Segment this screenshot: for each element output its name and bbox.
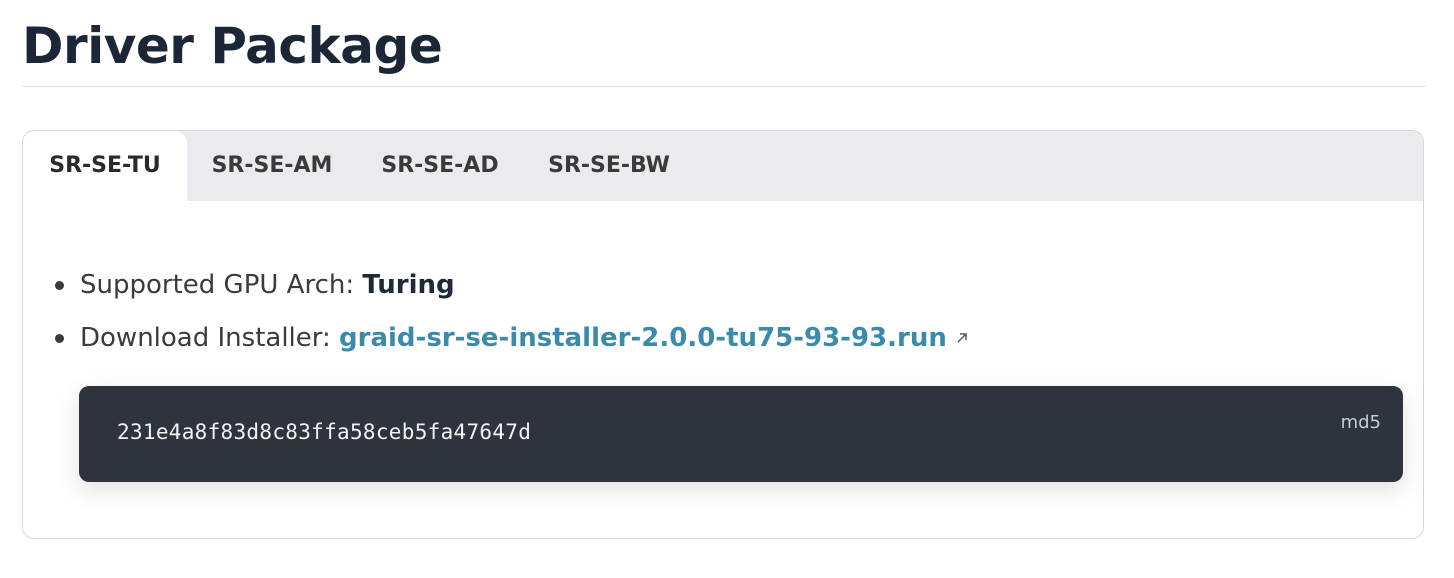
tab-sr-se-ad[interactable]: SR-SE-AD [357,131,523,201]
page-title: Driver Package [22,17,443,75]
download-label: Download Installer: [80,323,340,353]
gpu-arch-value: Turing [362,270,455,300]
code-language-label: md5 [1340,412,1381,433]
tab-bar: SR-SE-TU SR-SE-AM SR-SE-AD SR-SE-BW [23,131,1423,201]
md5-checksum[interactable]: 231e4a8f83d8c83ffa58ceb5fa47647d [117,420,531,444]
checksum-code-block: 231e4a8f83d8c83ffa58ceb5fa47647d md5 [79,386,1403,482]
tab-panel-sr-se-tu: Supported GPU Arch: Turing Download Inst… [23,201,1423,538]
installer-download-link[interactable]: graid-sr-se-installer-2.0.0-tu75-93-93.r… [339,323,947,353]
tab-sr-se-am[interactable]: SR-SE-AM [187,131,357,201]
bullet-icon [55,281,64,290]
list-item-download: Download Installer: graid-sr-se-installe… [49,316,969,369]
tab-sr-se-tu[interactable]: SR-SE-TU [23,131,187,201]
driver-tabs-card: SR-SE-TU SR-SE-AM SR-SE-AD SR-SE-BW Supp… [22,130,1424,539]
gpu-arch-label: Supported GPU Arch: [80,270,363,300]
list-item-gpu-arch: Supported GPU Arch: Turing [49,263,969,316]
package-info-list: Supported GPU Arch: Turing Download Inst… [49,263,969,369]
bullet-icon [55,334,64,343]
tab-sr-se-bw[interactable]: SR-SE-BW [523,131,695,201]
external-link-icon [955,315,969,359]
title-divider [22,86,1426,87]
